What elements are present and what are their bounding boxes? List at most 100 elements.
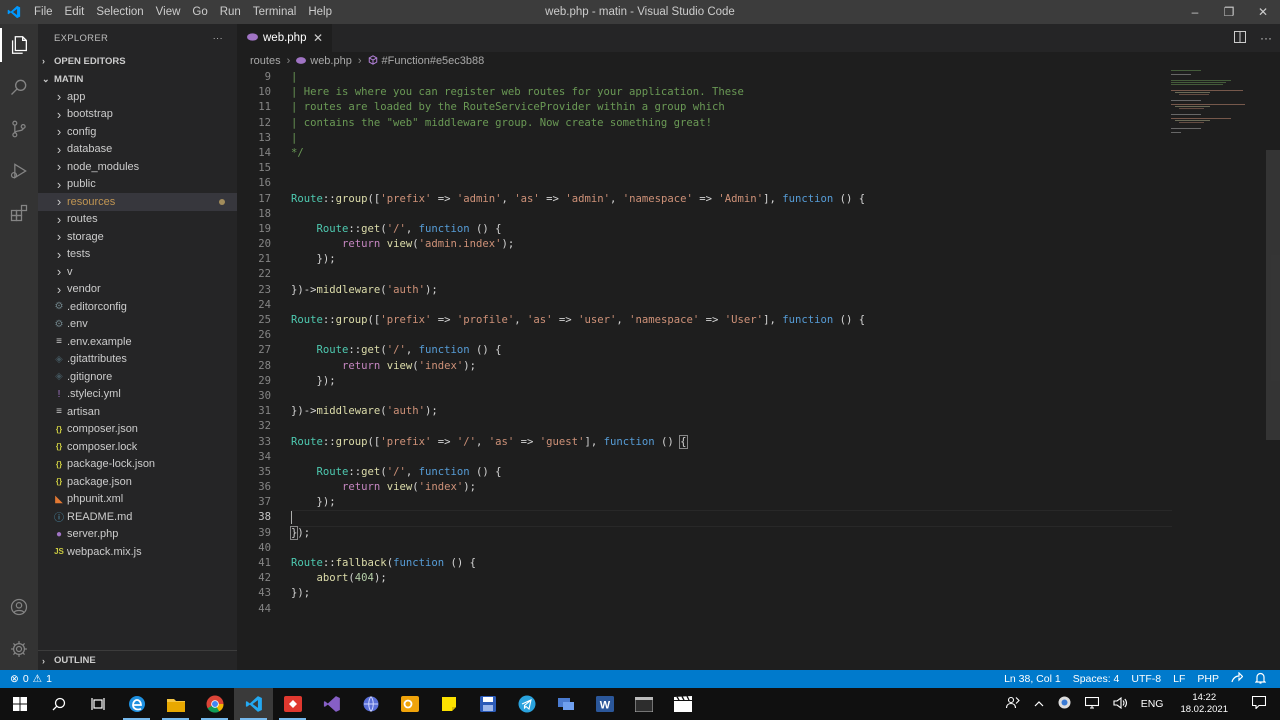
code-line[interactable]: 10 | Here is where you can register web r…	[237, 85, 1172, 100]
file-package-lock-json[interactable]: {} package-lock.json	[38, 456, 237, 474]
run-debug-icon[interactable]	[0, 150, 38, 192]
file--env-example[interactable]: ≡ .env.example	[38, 333, 237, 351]
code-line[interactable]: 37 });	[237, 495, 1172, 510]
code-line[interactable]: 13 |	[237, 131, 1172, 146]
outline-section[interactable]: › OUTLINE	[38, 650, 237, 670]
code-line[interactable]: 22	[237, 267, 1172, 282]
word-icon[interactable]: W	[585, 688, 624, 720]
settings-gear-icon[interactable]	[0, 628, 38, 670]
code-line[interactable]: 31})->middleware('auth');	[237, 404, 1172, 419]
chrome-icon[interactable]	[195, 688, 234, 720]
visual-studio-icon[interactable]	[312, 688, 351, 720]
code-line[interactable]: 34	[237, 450, 1172, 465]
minimap[interactable]	[1171, 70, 1266, 150]
explorer-icon[interactable]	[0, 24, 38, 66]
menu-file[interactable]: File	[28, 0, 59, 24]
breadcrumb-file[interactable]: web.php	[310, 55, 352, 67]
code-line[interactable]: 42 abort(404);	[237, 571, 1172, 586]
search-icon[interactable]	[0, 66, 38, 108]
folder-routes[interactable]: › routes	[38, 211, 237, 229]
show-hidden-icons-chevron-icon[interactable]	[1027, 698, 1051, 710]
code-line[interactable]: 12 | contains the "web" middleware group.…	[237, 116, 1172, 131]
menu-terminal[interactable]: Terminal	[247, 0, 302, 24]
code-line[interactable]: 18	[237, 207, 1172, 222]
file--env[interactable]: ⚙ .env	[38, 316, 237, 334]
code-line[interactable]: 39});	[237, 525, 1172, 541]
vscode-taskbar-icon[interactable]	[234, 688, 273, 720]
close-window-button[interactable]: ✕	[1246, 0, 1280, 24]
file-readme-md[interactable]: ⓘ README.md	[38, 508, 237, 526]
encoding[interactable]: UTF-8	[1125, 673, 1167, 685]
code-line[interactable]: 41 Route::fallback(function () {	[237, 556, 1172, 571]
problems-indicator[interactable]: ⊗ 0 ⚠ 1	[0, 673, 52, 685]
vertical-scrollbar[interactable]	[1266, 70, 1280, 670]
tray-app-icon[interactable]	[1051, 696, 1078, 712]
task-view-icon[interactable]	[78, 688, 117, 720]
folder-vendor[interactable]: › vendor	[38, 281, 237, 299]
menu-run[interactable]: Run	[214, 0, 247, 24]
code-line[interactable]: 23})->middleware('auth');	[237, 283, 1172, 298]
code-line[interactable]: 14 */	[237, 146, 1172, 161]
folder-database[interactable]: › database	[38, 141, 237, 159]
menu-go[interactable]: Go	[186, 0, 213, 24]
folder-config[interactable]: › config	[38, 123, 237, 141]
file-phpunit-xml[interactable]: ◣ phpunit.xml	[38, 491, 237, 509]
code-line[interactable]: 36 return view('index');	[237, 480, 1172, 495]
menu-selection[interactable]: Selection	[90, 0, 149, 24]
media-clapper-icon[interactable]	[663, 688, 702, 720]
code-line[interactable]: 9 |	[237, 70, 1172, 85]
code-line[interactable]: 28 return view('index');	[237, 359, 1172, 374]
end-of-line[interactable]: LF	[1167, 673, 1191, 685]
remote-desktop-icon[interactable]	[546, 688, 585, 720]
project-root[interactable]: ⌄ MATIN	[38, 70, 237, 88]
code-line[interactable]: 40	[237, 541, 1172, 556]
live-share-icon[interactable]	[1225, 671, 1249, 686]
telegram-icon[interactable]	[507, 688, 546, 720]
code-line[interactable]: 15	[237, 161, 1172, 176]
indentation[interactable]: Spaces: 4	[1067, 673, 1126, 685]
anydesk-icon[interactable]	[273, 688, 312, 720]
more-actions-button[interactable]: ···	[213, 33, 223, 44]
code-line[interactable]: 21 });	[237, 252, 1172, 267]
code-line[interactable]: 26	[237, 328, 1172, 343]
accounts-icon[interactable]	[0, 586, 38, 628]
tab-close-icon[interactable]: ✕	[313, 31, 323, 45]
notifications-bell-icon[interactable]	[1249, 672, 1272, 687]
file--editorconfig[interactable]: ⚙ .editorconfig	[38, 298, 237, 316]
code-line[interactable]: 16	[237, 176, 1172, 191]
code-line[interactable]: 38	[237, 510, 1172, 528]
code-line[interactable]: 25 Route::group(['prefix' => 'profile', '…	[237, 313, 1172, 328]
action-center-icon[interactable]	[1238, 695, 1280, 712]
code-line[interactable]: 43});	[237, 586, 1172, 601]
code-line[interactable]: 24	[237, 298, 1172, 313]
file-webpack-mix-js[interactable]: JS webpack.mix.js	[38, 543, 237, 561]
code-line[interactable]: 35 Route::get('/', function () {	[237, 465, 1172, 480]
cursor-position[interactable]: Ln 38, Col 1	[998, 673, 1067, 685]
edge-browser-icon[interactable]	[117, 688, 156, 720]
windows-start-icon[interactable]	[0, 688, 39, 720]
folder-node-modules[interactable]: › node_modules	[38, 158, 237, 176]
save-disk-icon[interactable]	[468, 688, 507, 720]
code-line[interactable]: 33 Route::group(['prefix' => '/', 'as' =>…	[237, 434, 1172, 450]
folder-storage[interactable]: › storage	[38, 228, 237, 246]
file-artisan[interactable]: ≡ artisan	[38, 403, 237, 421]
file-server-php[interactable]: ● server.php	[38, 526, 237, 544]
volume-icon[interactable]	[1106, 696, 1134, 712]
outlook-icon[interactable]	[390, 688, 429, 720]
split-editor-icon[interactable]	[1234, 30, 1246, 46]
code-line[interactable]: 11 | routes are loaded by the RouteServic…	[237, 100, 1172, 115]
breadcrumb-folder[interactable]: routes	[250, 55, 281, 67]
code-line[interactable]: 29 });	[237, 374, 1172, 389]
input-language[interactable]: ENG	[1134, 698, 1171, 710]
folder-public[interactable]: › public	[38, 176, 237, 194]
code-line[interactable]: 32	[237, 419, 1172, 434]
people-icon[interactable]	[999, 696, 1027, 712]
tab-web-php[interactable]: web.php ✕	[237, 24, 332, 52]
menu-help[interactable]: Help	[302, 0, 338, 24]
terminal-icon[interactable]	[624, 688, 663, 720]
folder-app[interactable]: › app	[38, 88, 237, 106]
minimize-button[interactable]: –	[1178, 0, 1212, 24]
code-line[interactable]: 17 Route::group(['prefix' => 'admin', 'as…	[237, 192, 1172, 207]
code-line[interactable]: 30	[237, 389, 1172, 404]
more-actions-icon[interactable]: ···	[1260, 31, 1272, 45]
